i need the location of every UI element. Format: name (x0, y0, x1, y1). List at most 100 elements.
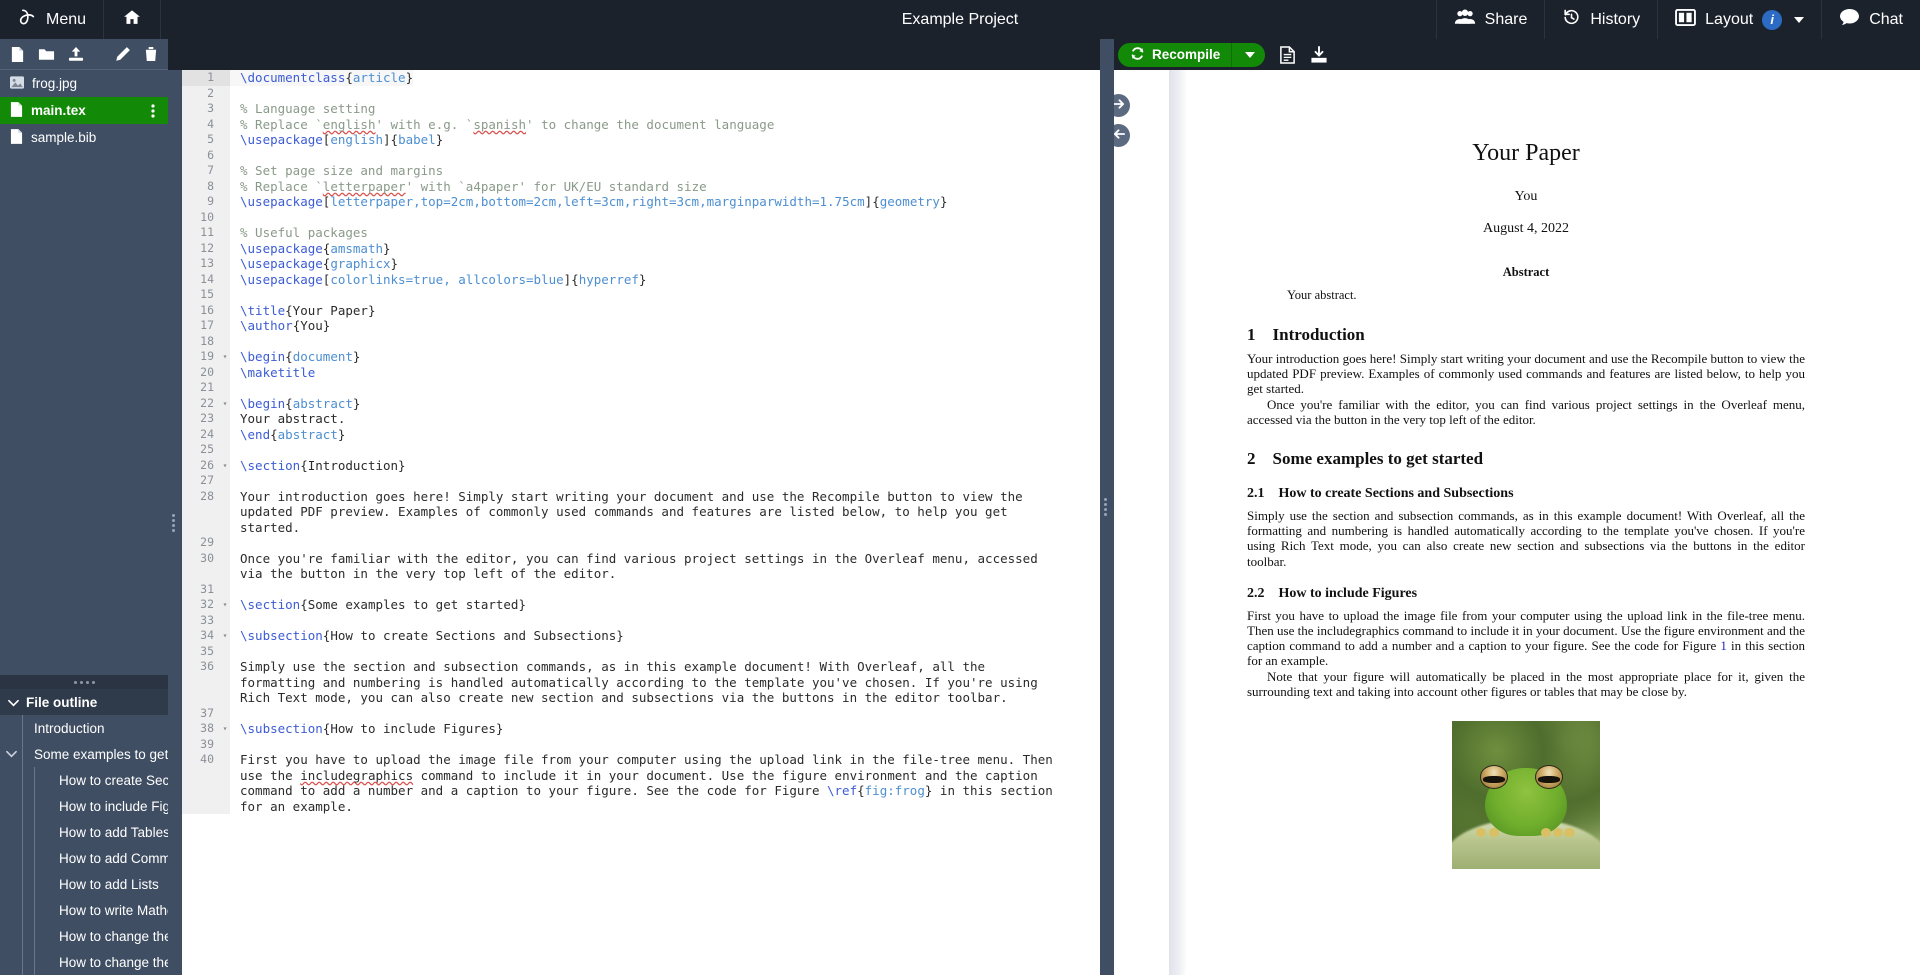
code-line[interactable]: 9\usepackage[letterpaper,top=2cm,bottom=… (182, 194, 1100, 210)
download-pdf-icon[interactable] (1310, 46, 1328, 64)
code-line-text: % Useful packages (230, 225, 368, 241)
file-tree-item-2[interactable]: sample.bib (0, 124, 168, 151)
outline-item-2[interactable]: How to create Sectio... (0, 767, 168, 793)
code-line[interactable]: 36Simply use the section and subsection … (182, 659, 1100, 675)
outline-collapse-toggle[interactable] (0, 750, 22, 758)
code-editor[interactable]: 1\documentclass{article}23% Language set… (182, 70, 1100, 975)
code-line[interactable]: Rich Text mode, you can also create new … (182, 690, 1100, 706)
code-line[interactable]: 16\title{Your Paper} (182, 303, 1100, 319)
code-line[interactable]: 1\documentclass{article} (182, 70, 1100, 86)
code-line[interactable]: 24\end{abstract} (182, 427, 1100, 443)
code-line[interactable]: 15 (182, 287, 1100, 303)
code-line[interactable]: 38▾\subsection{How to include Figures} (182, 721, 1100, 737)
code-line[interactable]: 17\author{You} (182, 318, 1100, 334)
code-line[interactable]: started. (182, 520, 1100, 536)
editor-pdf-splitter[interactable] (1100, 39, 1114, 975)
code-line[interactable]: 29 (182, 535, 1100, 551)
outline-item-9[interactable]: How to change the d... (0, 949, 168, 975)
fold-toggle-icon[interactable]: ▾ (220, 349, 230, 365)
code-line[interactable]: 8% Replace `letterpaper' with `a4paper' … (182, 179, 1100, 195)
new-folder-icon[interactable] (38, 47, 55, 62)
code-line[interactable]: 30Once you're familiar with the editor, … (182, 551, 1100, 567)
fold-toggle-icon[interactable]: ▾ (220, 458, 230, 474)
code-line[interactable]: 19▾\begin{document} (182, 349, 1100, 365)
code-line[interactable]: 2 (182, 86, 1100, 102)
code-line[interactable]: 28Your introduction goes here! Simply st… (182, 489, 1100, 505)
outline-resize-handle[interactable] (0, 675, 168, 689)
code-line[interactable]: formatting and numbering is handled auto… (182, 675, 1100, 691)
code-line[interactable]: 20\maketitle (182, 365, 1100, 381)
history-button[interactable]: History (1544, 0, 1657, 39)
file-context-menu-icon[interactable] (148, 104, 158, 118)
outline-item-4[interactable]: How to add Tables (0, 819, 168, 845)
code-line[interactable]: 11% Useful packages (182, 225, 1100, 241)
new-file-icon[interactable] (10, 46, 25, 63)
rename-pencil-icon[interactable] (115, 46, 131, 62)
document-logs-icon[interactable] (1279, 46, 1296, 64)
file-tree-item-1[interactable]: main.tex (0, 97, 168, 124)
outline-item-1[interactable]: Some examples to get st... (0, 741, 168, 767)
code-line[interactable]: 12\usepackage{amsmath} (182, 241, 1100, 257)
code-line[interactable]: use the includegraphics command to inclu… (182, 768, 1100, 784)
code-line[interactable]: via the button in the very top left of t… (182, 566, 1100, 582)
code-line[interactable]: 31 (182, 582, 1100, 598)
outline-item-7[interactable]: How to write Mathe... (0, 897, 168, 923)
pdf-section-number: 2.2 (1247, 586, 1265, 602)
pdf-viewer[interactable]: Your Paper You August 4, 2022 Abstract Y… (1114, 70, 1920, 975)
home-button[interactable] (104, 0, 161, 39)
code-line[interactable]: 5\usepackage[english]{babel} (182, 132, 1100, 148)
layout-button[interactable]: Layout i (1657, 0, 1821, 39)
outline-item-8[interactable]: How to change the ... (0, 923, 168, 949)
goto-code-location-button[interactable] (1114, 124, 1130, 147)
goto-pdf-location-button[interactable] (1114, 94, 1130, 117)
code-line[interactable]: 34▾\subsection{How to create Sections an… (182, 628, 1100, 644)
fold-toggle-icon[interactable]: ▾ (220, 721, 230, 737)
code-line[interactable]: 40First you have to upload the image fil… (182, 752, 1100, 768)
code-line[interactable]: command to add a number and a caption to… (182, 783, 1100, 799)
code-line-text: \subsection{How to include Figures} (230, 721, 503, 737)
outline-item-0[interactable]: Introduction (0, 715, 168, 741)
code-line[interactable]: 13\usepackage{graphicx} (182, 256, 1100, 272)
fold-toggle-icon[interactable]: ▾ (220, 396, 230, 412)
code-line[interactable]: 6 (182, 148, 1100, 164)
code-line[interactable]: 25 (182, 442, 1100, 458)
code-line[interactable]: 32▾\section{Some examples to get started… (182, 597, 1100, 613)
outline-item-6[interactable]: How to add Lists (0, 871, 168, 897)
file-tree-item-0[interactable]: frog.jpg (0, 70, 168, 97)
recompile-button[interactable]: Recompile (1118, 43, 1265, 67)
code-line[interactable]: 18 (182, 334, 1100, 350)
code-line[interactable]: 33 (182, 613, 1100, 629)
outline-item-label: How to create Sectio... (59, 773, 168, 788)
chat-button[interactable]: Chat (1821, 0, 1920, 39)
code-line[interactable]: 37 (182, 706, 1100, 722)
code-line[interactable]: 3% Language setting (182, 101, 1100, 117)
fold-toggle-icon[interactable]: ▾ (220, 597, 230, 613)
code-line[interactable]: 10 (182, 210, 1100, 226)
fold-toggle-icon[interactable]: ▾ (220, 628, 230, 644)
code-line[interactable]: 35 (182, 644, 1100, 660)
code-line[interactable]: 26▾\section{Introduction} (182, 458, 1100, 474)
outline-item-5[interactable]: How to add Comme... (0, 845, 168, 871)
editor-resize-handle[interactable] (172, 514, 175, 532)
file-outline-header[interactable]: File outline (0, 689, 168, 715)
code-line[interactable]: 39 (182, 737, 1100, 753)
code-line[interactable]: 22▾\begin{abstract} (182, 396, 1100, 412)
menu-button[interactable]: Menu (0, 0, 104, 39)
code-line[interactable]: 4% Replace `english' with e.g. `spanish'… (182, 117, 1100, 133)
pdf-figure-link[interactable]: 1 (1720, 638, 1727, 653)
code-line[interactable]: 14\usepackage[colorlinks=true, allcolors… (182, 272, 1100, 288)
code-line[interactable]: 23Your abstract. (182, 411, 1100, 427)
code-line[interactable]: for an example. (182, 799, 1100, 815)
splitter-grip[interactable] (1104, 498, 1107, 516)
trash-icon[interactable] (144, 46, 158, 62)
recompile-dropdown-toggle[interactable] (1232, 52, 1265, 58)
layout-info-badge[interactable]: i (1762, 10, 1782, 30)
code-line[interactable]: 21 (182, 380, 1100, 396)
code-line[interactable]: 27 (182, 473, 1100, 489)
share-button[interactable]: Share (1436, 0, 1545, 39)
line-number: 10 (182, 210, 220, 226)
code-line[interactable]: 7% Set page size and margins (182, 163, 1100, 179)
code-line[interactable]: updated PDF preview. Examples of commonl… (182, 504, 1100, 520)
upload-icon[interactable] (68, 46, 84, 62)
outline-item-3[interactable]: How to include Figur... (0, 793, 168, 819)
